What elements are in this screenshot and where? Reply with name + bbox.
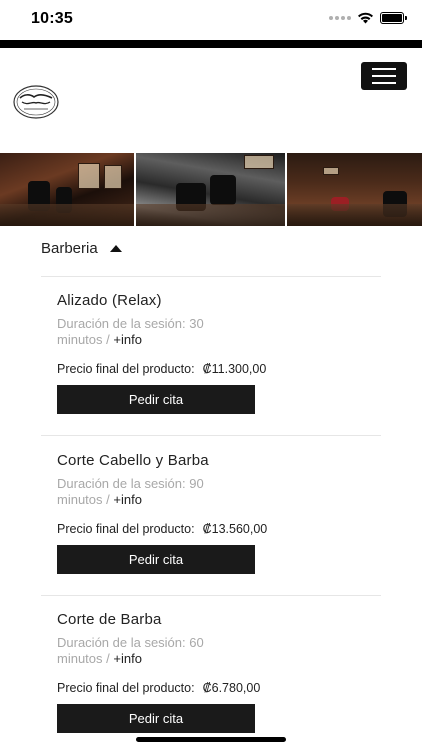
service-duration: Duración de la sesión: 30 minutos / +inf… [57,316,247,348]
gallery-photo[interactable] [0,153,135,226]
price-label: Precio final del producto: [57,362,195,376]
service-duration: Duración de la sesión: 60 minutos / +inf… [57,635,247,667]
price-row: Precio final del producto: ₡11.300,00 [57,362,357,376]
wifi-icon [358,12,373,24]
status-time: 10:35 [31,10,73,27]
price-label: Precio final del producto: [57,522,195,536]
service-item: Alizado (Relax) Duración de la sesión: 3… [57,292,357,414]
service-name: Corte de Barba [57,611,162,628]
photo-gallery [0,153,422,226]
caret-up-icon [109,245,122,252]
service-name: Alizado (Relax) [57,292,162,309]
top-bar [0,40,422,48]
service-duration: Duración de la sesión: 90 minutos / +inf… [57,476,247,508]
more-info-link[interactable]: +info [113,651,142,666]
gallery-photo[interactable] [136,153,285,226]
brand-logo[interactable] [12,84,60,120]
price-value: ₡6.780,00 [202,681,261,695]
service-item: Corte Cabello y Barba Duración de la ses… [57,452,357,574]
book-appointment-button[interactable]: Pedir cita [57,704,255,733]
category-label: Barberia [41,240,98,257]
separator: / [106,332,110,347]
home-indicator [136,737,286,742]
divider [41,595,381,596]
gallery-photo[interactable] [286,153,422,226]
signal-icon [329,16,351,20]
price-row: Precio final del producto: ₡6.780,00 [57,681,357,695]
menu-button[interactable] [361,62,407,90]
book-appointment-button[interactable]: Pedir cita [57,545,255,574]
separator: / [106,651,110,666]
price-label: Precio final del producto: [57,681,195,695]
service-item: Corte de Barba Duración de la sesión: 60… [57,611,357,733]
hamburger-icon [372,68,396,70]
service-name: Corte Cabello y Barba [57,452,209,469]
book-appointment-button[interactable]: Pedir cita [57,385,255,414]
separator: / [106,492,110,507]
price-value: ₡11.300,00 [202,362,267,376]
more-info-link[interactable]: +info [113,332,142,347]
divider [41,276,381,277]
header [0,48,422,153]
divider [41,435,381,436]
price-row: Precio final del producto: ₡13.560,00 [57,522,357,536]
category-toggle[interactable]: Barberia [41,240,122,257]
status-icons [329,12,407,24]
battery-icon [380,12,407,24]
status-bar: 10:35 [0,0,422,40]
price-value: ₡13.560,00 [202,522,268,536]
more-info-link[interactable]: +info [113,492,142,507]
